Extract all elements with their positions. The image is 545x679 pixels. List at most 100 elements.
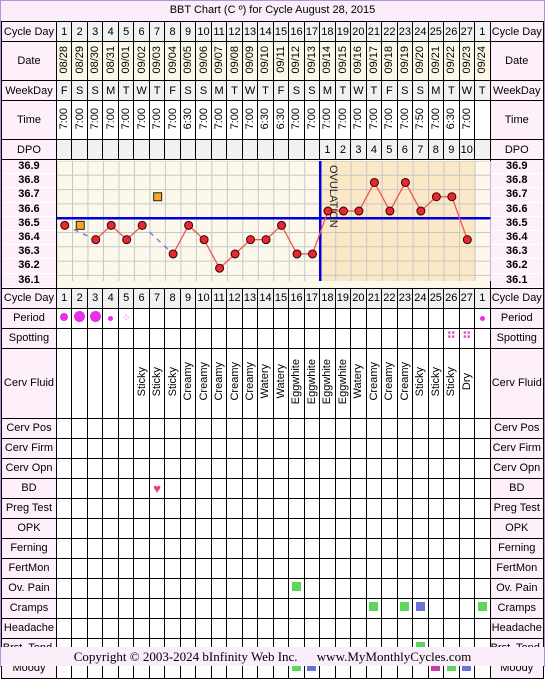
date-cell[interactable]: 09/24 [474,41,491,81]
cycle-day-bottom-cell[interactable]: 9 [179,287,197,309]
cycle-day-cell[interactable]: 25 [427,21,445,42]
cramps-cell[interactable] [381,597,398,619]
cycle-day-bottom-cell[interactable]: 18 [319,287,336,309]
headache-cell[interactable] [226,617,243,639]
preg-test-cell[interactable] [133,497,150,519]
fertmon-cell[interactable] [71,557,88,579]
opk-cell[interactable] [226,517,243,539]
date-cell[interactable]: 09/10 [257,41,274,81]
time-cell[interactable]: 7:00 [148,100,166,140]
headache-cell[interactable] [117,617,135,639]
period-cell[interactable] [365,307,383,329]
cycle-day-bottom-cell[interactable]: 25 [427,287,445,309]
cycle-day-cell[interactable]: 1 [474,21,491,42]
date-cell[interactable]: 09/06 [195,41,212,81]
cerv-fluid-cell[interactable]: Watery [257,347,274,419]
ov-pain-cell[interactable] [443,577,460,599]
headache-cell[interactable] [71,617,88,639]
ov-pain-cell[interactable] [226,577,243,599]
time-cell[interactable]: 7:00 [117,100,135,140]
spotting-cell[interactable] [117,327,135,349]
cerv-fluid-cell[interactable] [86,347,104,419]
preg-test-cell[interactable] [427,497,445,519]
bd-cell[interactable] [241,477,259,499]
ov-pain-cell[interactable] [179,577,197,599]
cycle-day-cell[interactable]: 22 [381,21,398,42]
time-cell[interactable]: 7:00 [303,100,321,140]
fertmon-cell[interactable] [412,557,429,579]
fertmon-cell[interactable] [474,557,491,579]
weekday-cell[interactable]: F [164,80,181,101]
weekday-cell[interactable]: W [133,80,150,101]
ferning-cell[interactable] [86,537,104,559]
ferning-cell[interactable] [272,537,290,559]
cerv-opn-cell[interactable] [133,457,150,479]
spotting-cell[interactable] [350,327,367,349]
ov-pain-cell[interactable] [117,577,135,599]
cycle-day-cell[interactable]: 4 [102,21,119,42]
opk-cell[interactable] [71,517,88,539]
period-cell[interactable] [241,307,259,329]
spotting-cell[interactable] [179,327,197,349]
dpo-cell[interactable] [148,139,166,160]
bd-cell[interactable] [458,477,476,499]
cerv-fluid-cell[interactable]: Sticky [443,347,460,419]
opk-cell[interactable] [133,517,150,539]
cerv-pos-cell[interactable] [257,417,274,439]
cerv-opn-cell[interactable] [288,457,305,479]
cerv-firm-cell[interactable] [272,437,290,459]
cramps-cell[interactable] [164,597,181,619]
cramps-cell[interactable] [71,597,88,619]
preg-test-cell[interactable] [71,497,88,519]
fertmon-cell[interactable] [148,557,166,579]
weekday-cell[interactable]: S [288,80,305,101]
opk-cell[interactable] [102,517,119,539]
ov-pain-cell[interactable] [412,577,429,599]
headache-cell[interactable] [396,617,414,639]
opk-cell[interactable] [195,517,212,539]
date-cell[interactable]: 08/31 [102,41,119,81]
bd-cell[interactable] [71,477,88,499]
ov-pain-cell[interactable] [303,577,321,599]
opk-cell[interactable] [288,517,305,539]
cerv-fluid-cell[interactable]: Eggwhite [303,347,321,419]
cycle-day-cell[interactable]: 27 [458,21,476,42]
fertmon-cell[interactable] [55,557,73,579]
cramps-cell[interactable] [303,597,321,619]
cerv-opn-cell[interactable] [427,457,445,479]
weekday-cell[interactable]: T [117,80,135,101]
ferning-cell[interactable] [319,537,336,559]
weekday-cell[interactable]: M [427,80,445,101]
dpo-cell[interactable] [257,139,274,160]
cramps-cell[interactable] [458,597,476,619]
cerv-firm-cell[interactable] [210,437,228,459]
cramps-cell[interactable] [272,597,290,619]
dpo-cell[interactable] [102,139,119,160]
cerv-opn-cell[interactable] [179,457,197,479]
fertmon-cell[interactable] [272,557,290,579]
headache-cell[interactable] [319,617,336,639]
preg-test-cell[interactable] [319,497,336,519]
opk-cell[interactable] [241,517,259,539]
ferning-cell[interactable] [474,537,491,559]
fertmon-cell[interactable] [334,557,352,579]
time-cell[interactable]: 7:00 [458,100,476,140]
bd-cell[interactable] [334,477,352,499]
cycle-day-bottom-cell[interactable]: 26 [443,287,460,309]
cycle-day-cell[interactable]: 12 [226,21,243,42]
period-cell[interactable] [102,307,119,329]
cerv-firm-cell[interactable] [241,437,259,459]
cramps-cell[interactable] [288,597,305,619]
fertmon-cell[interactable] [226,557,243,579]
period-cell[interactable] [195,307,212,329]
time-cell[interactable]: 7:00 [164,100,181,140]
headache-cell[interactable] [195,617,212,639]
ferning-cell[interactable] [102,537,119,559]
spotting-cell[interactable] [55,327,73,349]
period-cell[interactable] [474,307,491,329]
period-cell[interactable] [427,307,445,329]
ferning-cell[interactable] [241,537,259,559]
spotting-cell[interactable] [365,327,383,349]
headache-cell[interactable] [288,617,305,639]
period-cell[interactable] [381,307,398,329]
